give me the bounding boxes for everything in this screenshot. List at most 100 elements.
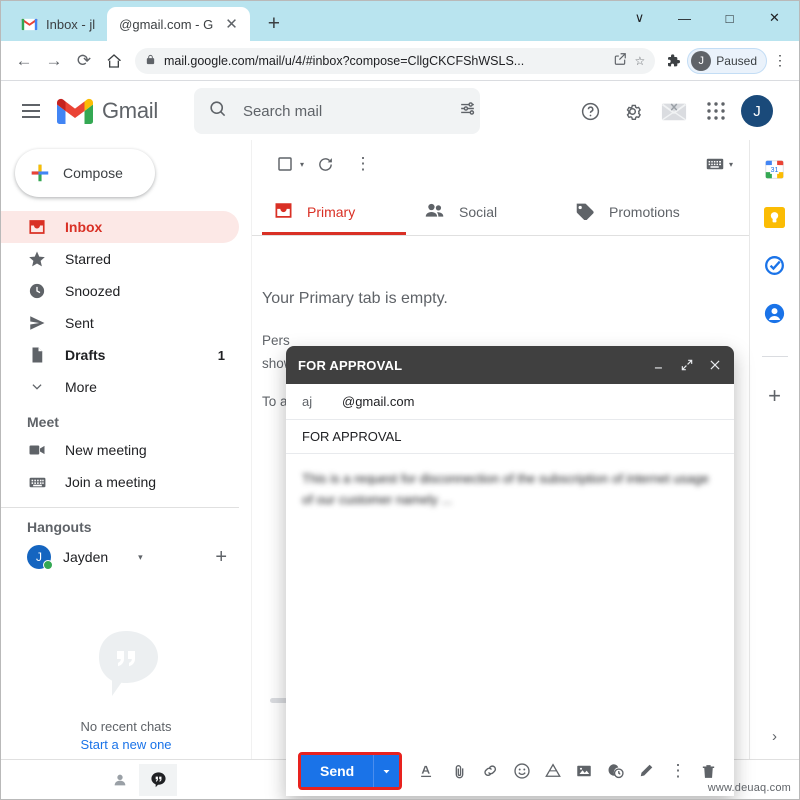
home-icon[interactable]	[99, 46, 129, 76]
send-button-group[interactable]: Send	[298, 752, 403, 790]
tab-search-chevron-down-icon[interactable]: ∨	[617, 1, 662, 35]
sidebar-item-more[interactable]: More	[1, 371, 239, 403]
compose-footer-toolbar: Send ⋮	[286, 746, 734, 796]
forward-icon[interactable]: →	[39, 46, 69, 76]
insert-photo-icon[interactable]	[570, 757, 597, 785]
select-all-checkbox[interactable]	[268, 147, 302, 181]
search-input[interactable]	[242, 102, 442, 120]
draft-icon	[27, 345, 47, 365]
insert-emoji-icon[interactable]	[508, 757, 535, 785]
bookmark-star-icon[interactable]: ☆	[635, 54, 646, 68]
plus-icon	[31, 164, 49, 182]
mail-list-toolbar: ▾ ⋮ ▾	[252, 140, 749, 188]
tab-label: Social	[459, 203, 498, 220]
discard-draft-trash-icon[interactable]	[694, 757, 722, 785]
account-avatar[interactable]: J	[741, 95, 773, 127]
browser-tab-inbox[interactable]: Inbox - jl	[9, 7, 107, 41]
sidebar-item-join-meeting[interactable]: Join a meeting	[1, 466, 239, 498]
search-mail-bar[interactable]	[193, 88, 480, 134]
sidebar-item-label: New meeting	[65, 442, 147, 458]
watermark: www.deuaq.com	[707, 782, 791, 794]
hangouts-section-title: Hangouts	[27, 519, 92, 535]
mailbox-nav-list: Inbox Starred Snoozed Sent Drafts 1 More	[1, 211, 251, 403]
window-maximize-icon[interactable]: □	[707, 1, 752, 35]
compose-more-options-icon[interactable]: ⋮	[664, 757, 692, 785]
inbox-category-tabs: Primary Social Promotions	[252, 188, 749, 236]
help-icon[interactable]	[573, 94, 607, 128]
compose-header[interactable]: FOR APPROVAL	[286, 346, 734, 384]
input-tools-chevron-down-icon[interactable]: ▾	[729, 160, 733, 169]
sidebar-item-label: Starred	[65, 251, 111, 267]
add-addon-icon[interactable]: +	[768, 383, 781, 409]
browser-toolbar: ← → ⟳ mail.google.com/mail/u/4/#inbox?co…	[1, 41, 799, 81]
format-text-icon[interactable]	[414, 757, 441, 785]
sidebar-item-inbox[interactable]: Inbox	[1, 211, 239, 243]
browser-profile-button[interactable]: J Paused	[687, 47, 767, 74]
recipient-email: @gmail.com	[342, 394, 415, 409]
tab-title: @gmail.com - G	[119, 16, 214, 32]
hangouts-icon[interactable]	[139, 763, 177, 796]
hangouts-add-icon[interactable]: +	[215, 546, 251, 569]
send-button[interactable]: Send	[301, 755, 374, 787]
person-icon[interactable]	[101, 764, 139, 796]
browser-tab-gmail-compose[interactable]: @gmail.com - G ✕	[107, 7, 250, 41]
tune-icon[interactable]	[458, 99, 477, 123]
more-options-icon[interactable]: ⋮	[346, 147, 380, 181]
google-drive-icon[interactable]	[539, 757, 566, 785]
sidebar-item-sent[interactable]: Sent	[1, 307, 239, 339]
sidebar-item-drafts[interactable]: Drafts 1	[1, 339, 239, 371]
compose-minimize-icon[interactable]	[652, 358, 666, 372]
compose-button[interactable]: Compose	[15, 149, 155, 197]
tab-close-icon[interactable]: ✕	[225, 17, 238, 32]
tab-promotions[interactable]: Promotions	[562, 188, 712, 235]
window-close-icon[interactable]: ✕	[752, 1, 797, 35]
window-minimize-icon[interactable]: —	[662, 1, 707, 35]
compose-subject-row[interactable]: FOR APPROVAL	[286, 420, 734, 454]
attach-file-icon[interactable]	[445, 757, 472, 785]
browser-menu-icon[interactable]: ⋮	[767, 48, 793, 74]
refresh-icon[interactable]	[308, 147, 342, 181]
recipient-prefix: aj	[302, 394, 313, 409]
compose-body[interactable]: This is a request for disconnection of t…	[286, 454, 734, 746]
profile-avatar: J	[691, 50, 712, 71]
send-options-chevron-down-icon[interactable]	[373, 755, 400, 787]
gmail-logo[interactable]: Gmail	[57, 98, 158, 125]
profile-status-label: Paused	[716, 53, 757, 68]
chevron-down-icon[interactable]: ▾	[138, 552, 143, 563]
new-tab-button[interactable]: +	[260, 10, 288, 38]
main-menu-icon[interactable]	[11, 91, 51, 131]
compose-recipient-row[interactable]: aj @gmail.com	[286, 384, 734, 420]
start-new-chat-link[interactable]: Start a new one	[1, 737, 251, 752]
calendar-icon[interactable]: 31	[764, 158, 786, 180]
left-sidebar: Compose Inbox Starred Snoozed Sent Draft…	[1, 140, 251, 759]
input-tools-keyboard-icon[interactable]	[698, 147, 732, 181]
sidebar-item-snoozed[interactable]: Snoozed	[1, 275, 239, 307]
sidebar-item-new-meeting[interactable]: New meeting	[1, 434, 239, 466]
hangouts-user-row[interactable]: J Jayden ▾ +	[1, 539, 251, 575]
hangouts-user-name: Jayden	[63, 549, 109, 565]
insert-link-icon[interactable]	[477, 757, 504, 785]
apps-grid-icon[interactable]	[699, 94, 733, 128]
tab-primary[interactable]: Primary	[262, 188, 412, 235]
settings-gear-icon[interactable]	[615, 94, 649, 128]
compose-close-icon[interactable]	[708, 358, 722, 372]
tab-social[interactable]: Social	[412, 188, 562, 235]
compose-expand-icon[interactable]	[680, 358, 694, 372]
signature-icon[interactable]	[633, 757, 660, 785]
rail-divider	[761, 356, 788, 357]
back-icon[interactable]: ←	[9, 46, 39, 76]
share-icon[interactable]	[613, 52, 627, 69]
select-dropdown-chevron-down-icon[interactable]: ▾	[300, 160, 304, 169]
contacts-icon[interactable]	[764, 302, 786, 324]
reload-icon[interactable]: ⟳	[69, 46, 99, 76]
confidential-mode-icon[interactable]	[602, 757, 629, 785]
address-bar[interactable]: mail.google.com/mail/u/4/#inbox?compose=…	[135, 47, 656, 74]
tasks-icon[interactable]	[764, 254, 786, 276]
keep-icon[interactable]	[764, 206, 786, 228]
empty-state-heading: Your Primary tab is empty.	[262, 290, 448, 307]
gmail-favicon-icon	[21, 18, 38, 30]
expand-panel-icon[interactable]: ›	[772, 728, 777, 745]
extensions-puzzle-icon[interactable]	[661, 48, 687, 74]
sidebar-item-starred[interactable]: Starred	[1, 243, 239, 275]
envelope-x-icon[interactable]	[657, 94, 691, 128]
